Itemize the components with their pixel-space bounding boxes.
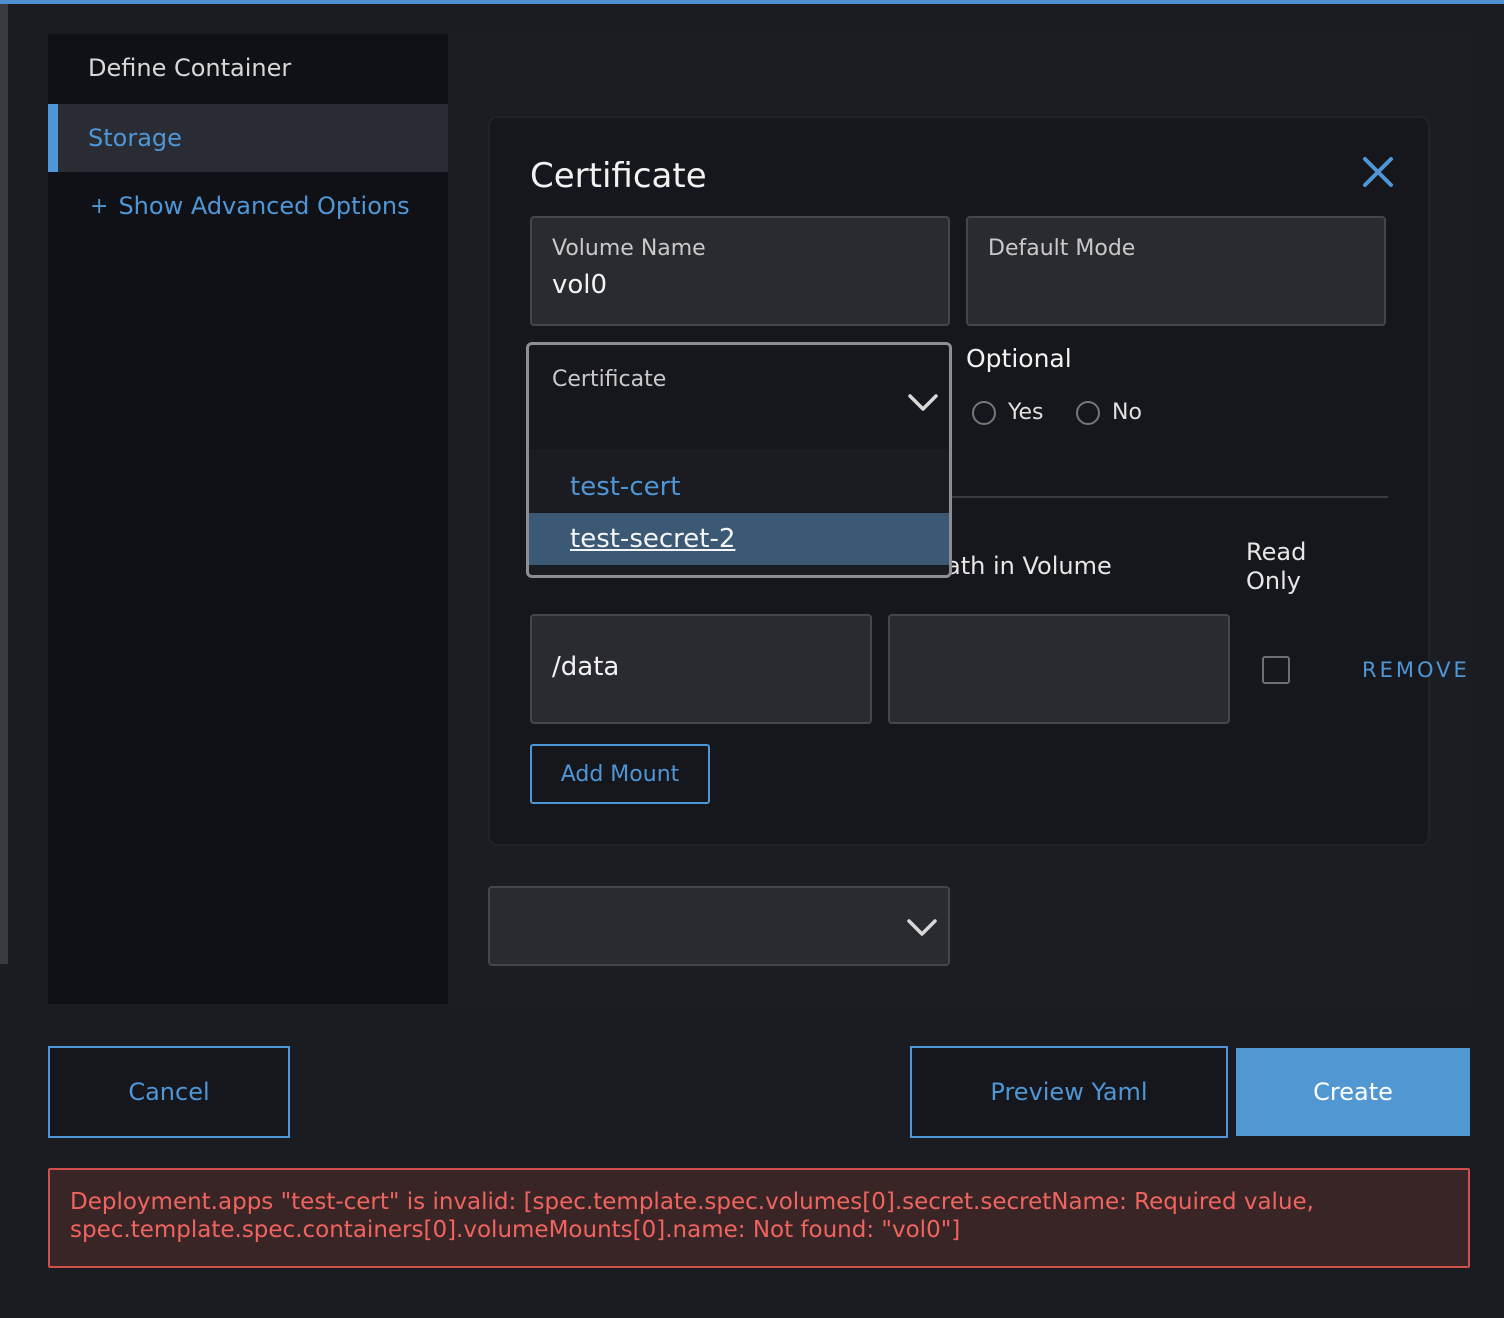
show-advanced-options-label: Show Advanced Options [118, 192, 410, 220]
path-in-volume-header: ath in Volume [946, 552, 1112, 580]
radio-label: No [1112, 400, 1142, 425]
cancel-button[interactable]: Cancel [48, 1046, 290, 1138]
sub-path-input[interactable] [888, 614, 1230, 724]
sidebar-item-storage[interactable]: Storage [48, 104, 448, 172]
sidebar-item-define-container[interactable]: Define Container [48, 34, 448, 102]
dropdown-option-test-cert[interactable]: test-cert [529, 461, 949, 513]
chevron-down-icon [907, 919, 937, 936]
wizard-sidebar: Define Container Storage + Show Advanced… [48, 34, 448, 1004]
card-title: Certificate [530, 156, 707, 196]
volume-name-input[interactable]: vol0 [552, 270, 607, 300]
volume-name-label: Volume Name [552, 236, 706, 261]
close-icon[interactable] [1360, 154, 1396, 190]
default-mode-field[interactable]: Default Mode [966, 216, 1386, 326]
certificate-dropdown[interactable]: Certificate test-cert test-secret-2 [526, 342, 952, 578]
radio-circle [1076, 400, 1100, 425]
optional-yes-radio[interactable]: Yes [972, 400, 1044, 425]
remove-mount-button[interactable]: REMOVE [1362, 658, 1470, 682]
dropdown-option-test-secret-2[interactable]: test-secret-2 [529, 513, 949, 565]
sidebar-item-label: Define Container [88, 54, 292, 82]
add-volume-select[interactable] [488, 886, 950, 966]
read-only-checkbox[interactable] [1262, 656, 1290, 684]
plus-icon: + [90, 193, 109, 219]
mount-point-value: /data [552, 652, 620, 682]
chevron-down-icon [908, 394, 938, 411]
error-banner: Deployment.apps "test-cert" is invalid: … [48, 1168, 1470, 1268]
error-message: Deployment.apps "test-cert" is invalid: … [70, 1189, 1314, 1243]
certificate-select[interactable]: Certificate [529, 345, 949, 449]
read-only-header: Read Only [1246, 538, 1307, 595]
radio-label: Yes [1008, 400, 1044, 425]
default-mode-label: Default Mode [988, 236, 1136, 261]
sidebar-item-label: Storage [88, 124, 182, 152]
preview-yaml-button[interactable]: Preview Yaml [910, 1046, 1228, 1138]
mount-point-input[interactable]: /data [530, 614, 872, 724]
scrollbar[interactable] [0, 4, 8, 964]
create-button[interactable]: Create [1236, 1048, 1470, 1136]
optional-label: Optional [966, 344, 1072, 373]
radio-circle [972, 400, 996, 425]
volume-name-field[interactable]: Volume Name vol0 [530, 216, 950, 326]
divider [950, 496, 1388, 498]
top-accent-bar [0, 0, 1504, 4]
show-advanced-options-link[interactable]: + Show Advanced Options [48, 172, 448, 240]
certificate-select-label: Certificate [552, 367, 667, 392]
add-mount-button[interactable]: Add Mount [530, 744, 710, 804]
optional-no-radio[interactable]: No [1076, 400, 1142, 425]
